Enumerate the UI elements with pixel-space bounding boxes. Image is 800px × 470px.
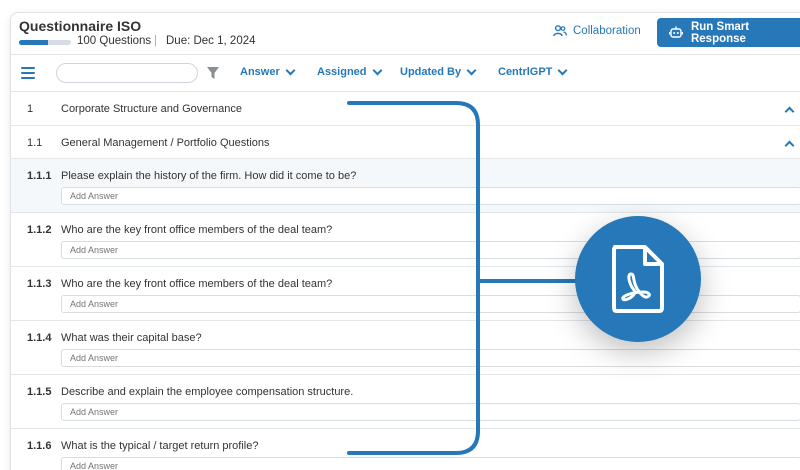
pdf-export-badge[interactable] <box>575 216 701 342</box>
filter-assigned[interactable]: Assigned <box>317 65 382 78</box>
chevron-down-icon <box>557 65 568 75</box>
question-text: What is the typical / target return prof… <box>61 440 259 452</box>
section-label: General Management / Portfolio Questions <box>61 137 270 149</box>
page-title: Questionnaire ISO <box>19 18 142 34</box>
filter-updated-by[interactable]: Updated By <box>400 65 477 78</box>
question-number: 1.1.4 <box>27 332 52 344</box>
question-row[interactable]: 1.1.4 What was their capital base? <box>11 321 800 375</box>
search-input[interactable] <box>56 63 198 83</box>
chevron-down-icon <box>285 65 296 75</box>
due-date: Due: Dec 1, 2024 <box>166 35 256 47</box>
question-number: 1.1.3 <box>27 278 52 290</box>
filter-icon[interactable] <box>206 66 220 80</box>
filter-assigned-label: Assigned <box>317 66 367 78</box>
collaboration-button[interactable]: Collaboration <box>553 25 641 37</box>
question-text: Please explain the history of the firm. … <box>61 170 357 182</box>
subsection-row[interactable]: 1.1 General Management / Portfolio Quest… <box>11 126 800 159</box>
filter-answer[interactable]: Answer <box>240 65 296 78</box>
chevron-up-icon[interactable] <box>784 140 795 151</box>
run-label: Run Smart Response <box>690 20 750 45</box>
toolbar: Answer Assigned Updated By CentrlGPT <box>11 55 800 92</box>
separator: | <box>154 35 157 47</box>
pdf-file-icon <box>612 245 664 313</box>
collaboration-label: Collaboration <box>573 25 641 37</box>
section-number: 1.1 <box>27 137 43 149</box>
answer-field[interactable] <box>61 187 800 205</box>
filter-answer-label: Answer <box>240 66 280 78</box>
question-text: Who are the key front office members of … <box>61 278 333 290</box>
question-number: 1.1.2 <box>27 224 52 236</box>
question-number: 1.1.6 <box>27 440 52 452</box>
question-text: Who are the key front office members of … <box>61 224 333 236</box>
filter-updated-by-label: Updated By <box>400 66 462 78</box>
chevron-down-icon <box>466 65 477 75</box>
question-number: 1.1.1 <box>27 170 52 182</box>
section-row[interactable]: 1 Corporate Structure and Governance <box>11 93 800 126</box>
question-text: What was their capital base? <box>61 332 202 344</box>
question-count: 100 Questions <box>77 35 152 47</box>
chevron-down-icon <box>372 65 382 75</box>
progress-bar <box>19 40 71 45</box>
question-row[interactable]: 1.1.1 Please explain the history of the … <box>11 159 800 213</box>
header: Questionnaire ISO 100 Questions | Due: D… <box>11 13 800 55</box>
question-number: 1.1.5 <box>27 386 52 398</box>
users-icon <box>553 25 567 37</box>
answer-field[interactable] <box>61 457 800 470</box>
answer-field[interactable] <box>61 403 800 421</box>
question-row[interactable]: 1.1.5 Describe and explain the employee … <box>11 375 800 429</box>
answer-field[interactable] <box>61 349 800 367</box>
progress-fill <box>19 40 48 45</box>
filter-centrlgpt[interactable]: CentrlGPT <box>498 65 568 78</box>
filter-centrlgpt-label: CentrlGPT <box>498 66 553 78</box>
robot-icon <box>669 26 683 38</box>
question-row[interactable]: 1.1.6 What is the typical / target retur… <box>11 429 800 470</box>
run-smart-response-button[interactable]: Run Smart Response <box>657 18 800 47</box>
section-number: 1 <box>27 103 34 115</box>
question-text: Describe and explain the employee compen… <box>61 386 354 398</box>
menu-icon[interactable] <box>21 67 35 79</box>
chevron-up-icon[interactable] <box>784 106 795 117</box>
section-label: Corporate Structure and Governance <box>61 103 242 115</box>
